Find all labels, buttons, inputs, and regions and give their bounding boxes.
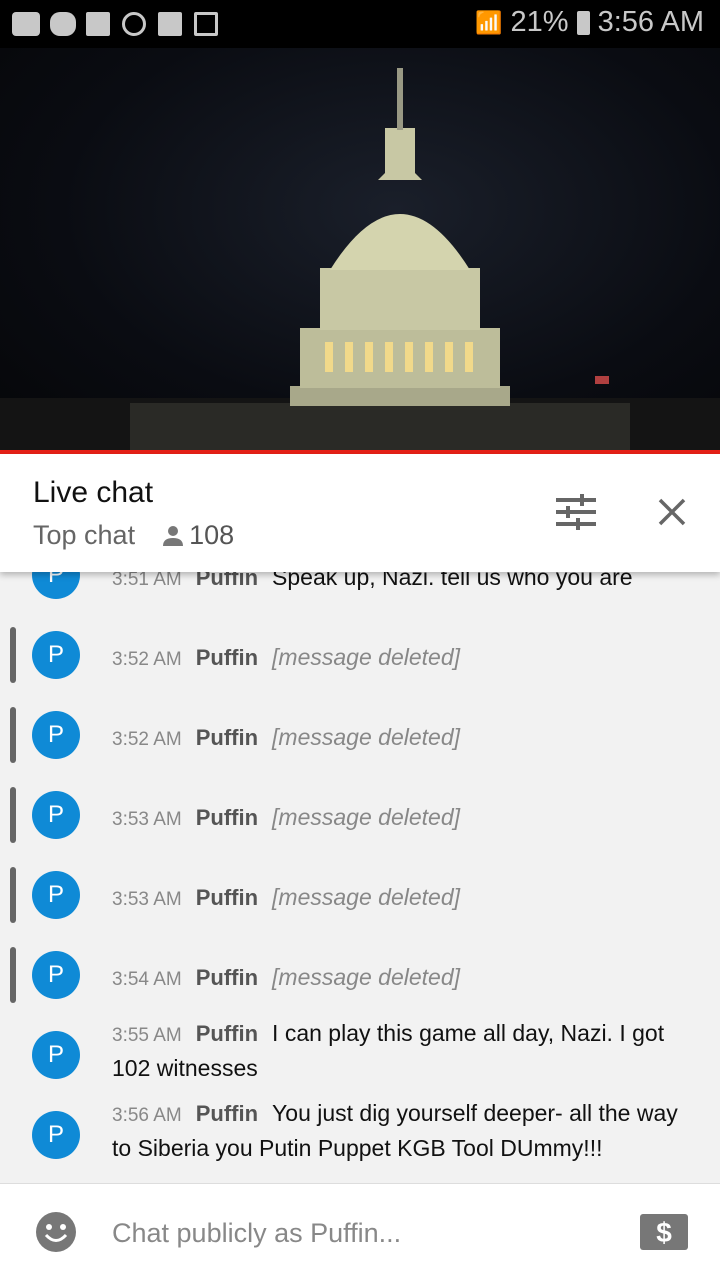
- avatar[interactable]: P: [32, 631, 80, 679]
- news-icon: [194, 12, 218, 36]
- chat-message[interactable]: P 3:52 AM Puffin [message deleted]: [0, 695, 720, 775]
- emoji-icon[interactable]: [36, 1212, 76, 1252]
- avatar[interactable]: P: [32, 711, 80, 759]
- chat-message[interactable]: P 3:53 AM Puffin [message deleted]: [0, 775, 720, 855]
- message-line: 3:56 AM Puffin You just dig yourself deepe…: [112, 1097, 680, 1164]
- youtube-icon: [12, 12, 40, 36]
- deleted-marker: [10, 627, 16, 683]
- chat-message-list[interactable]: P 3:51 AM Puffin Speak up, Nazi. tell us wh…: [0, 572, 720, 1183]
- deleted-marker: [10, 947, 16, 1003]
- avatar[interactable]: P: [32, 951, 80, 999]
- battery-level: 21%: [510, 6, 569, 38]
- super-chat-dollar-icon[interactable]: $: [640, 1214, 688, 1250]
- pinwheel-icon: [122, 12, 146, 36]
- chat-input[interactable]: Chat publicly as Puffin...: [112, 1218, 401, 1249]
- filter-settings-icon[interactable]: [556, 494, 596, 530]
- message-author[interactable]: Puffin: [196, 1101, 258, 1126]
- wifi-icon: 📶: [475, 9, 503, 35]
- svg-text:$: $: [656, 1217, 672, 1248]
- capitol-dome-image: [0, 68, 720, 450]
- chat-message[interactable]: P 3:53 AM Puffin [message deleted]: [0, 855, 720, 935]
- message-line: 3:53 AM Puffin [message deleted]: [112, 801, 680, 836]
- chat-message[interactable]: P 3:54 AM Puffin [message deleted]: [0, 935, 720, 1015]
- message-text: [message deleted]: [272, 804, 460, 830]
- deleted-marker: [10, 707, 16, 763]
- message-author[interactable]: Puffin: [196, 885, 258, 910]
- message-author[interactable]: Puffin: [196, 645, 258, 670]
- deleted-marker: [10, 867, 16, 923]
- message-time: 3:53 AM: [112, 809, 182, 830]
- gallery-icon: [158, 12, 182, 36]
- person-icon: [163, 525, 184, 546]
- message-text: I can play this game all day, Nazi. I go…: [112, 1020, 665, 1081]
- live-chat-title: Live chat: [33, 476, 154, 509]
- clock: 3:56 AM: [597, 6, 704, 38]
- folder-icon: [86, 12, 110, 36]
- message-author[interactable]: Puffin: [196, 572, 258, 590]
- message-line: 3:51 AM Puffin Speak up, Nazi. tell us who…: [112, 572, 680, 596]
- viewer-count-value: 108: [189, 520, 235, 550]
- message-time: 3:51 AM: [112, 572, 182, 590]
- chat-input-bar: Chat publicly as Puffin... $: [0, 1183, 720, 1280]
- message-author[interactable]: Puffin: [196, 1021, 258, 1046]
- chat-message[interactable]: P 3:55 AM Puffin I can play this game all d…: [0, 1015, 720, 1095]
- message-time: 3:52 AM: [112, 649, 182, 670]
- message-line: 3:54 AM Puffin [message deleted]: [112, 961, 680, 996]
- avatar[interactable]: P: [32, 871, 80, 919]
- message-time: 3:55 AM: [112, 1025, 182, 1046]
- message-text: [message deleted]: [272, 884, 460, 910]
- message-text: [message deleted]: [272, 644, 460, 670]
- battery-icon: [576, 10, 590, 35]
- message-author[interactable]: Puffin: [196, 805, 258, 830]
- video-player[interactable]: [0, 48, 720, 450]
- message-text: [message deleted]: [272, 964, 460, 990]
- message-text: [message deleted]: [272, 724, 460, 750]
- avatar[interactable]: P: [32, 1031, 80, 1079]
- chat-message[interactable]: P 3:56 AM Puffin You just dig yourself deep…: [0, 1095, 720, 1175]
- message-text: Speak up, Nazi. tell us who you are: [272, 572, 633, 590]
- message-line: 3:55 AM Puffin I can play this game all da…: [112, 1017, 680, 1084]
- viewer-count: 108: [161, 520, 234, 551]
- message-author[interactable]: Puffin: [196, 965, 258, 990]
- message-line: 3:52 AM Puffin [message deleted]: [112, 721, 680, 756]
- avatar[interactable]: P: [32, 1111, 80, 1159]
- chat-mode-selector[interactable]: Top chat: [33, 520, 135, 551]
- message-line: 3:53 AM Puffin [message deleted]: [112, 881, 680, 916]
- message-author[interactable]: Puffin: [196, 725, 258, 750]
- message-time: 3:53 AM: [112, 889, 182, 910]
- chat-message[interactable]: P 3:51 AM Puffin Speak up, Nazi. tell us wh…: [0, 572, 720, 615]
- message-line: 3:52 AM Puffin [message deleted]: [112, 641, 680, 676]
- m-app-icon: [50, 12, 76, 36]
- message-time: 3:56 AM: [112, 1105, 182, 1126]
- message-time: 3:54 AM: [112, 969, 182, 990]
- close-icon[interactable]: [658, 498, 686, 526]
- avatar[interactable]: P: [32, 572, 80, 599]
- message-time: 3:52 AM: [112, 729, 182, 750]
- live-chat-header: Live chat Top chat 108: [0, 454, 720, 572]
- chat-message[interactable]: P 3:52 AM Puffin [message deleted]: [0, 615, 720, 695]
- deleted-marker: [10, 787, 16, 843]
- status-bar: 📶 21% 3:56 AM: [0, 0, 720, 48]
- avatar[interactable]: P: [32, 791, 80, 839]
